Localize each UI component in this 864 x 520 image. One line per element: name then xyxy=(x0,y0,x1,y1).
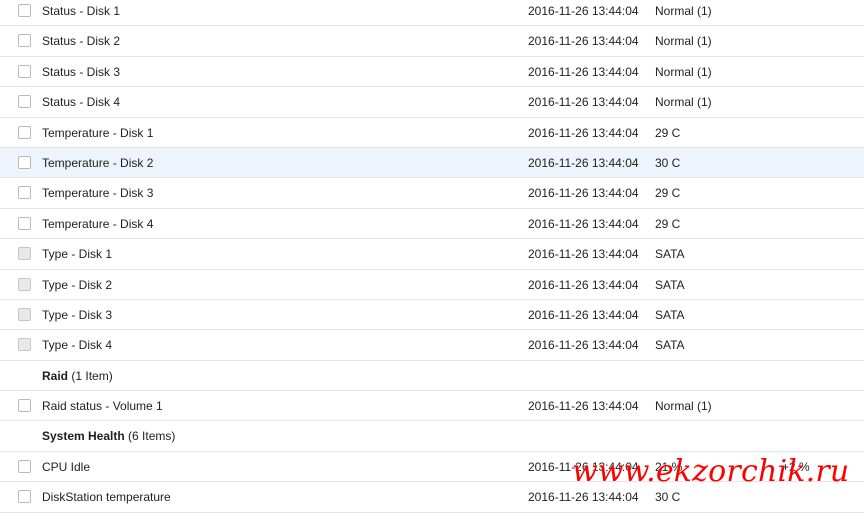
item-name: Status - Disk 1 xyxy=(42,4,121,18)
row-checkbox[interactable] xyxy=(18,34,31,48)
row-checkbox[interactable] xyxy=(18,186,31,200)
row-checkbox xyxy=(18,277,31,291)
item-name: Status - Disk 4 xyxy=(42,95,121,110)
row-checkbox[interactable] xyxy=(18,216,31,230)
item-name: Temperature - Disk 2 xyxy=(42,155,154,170)
last-check-time: 2016-11-26 13:44:04 xyxy=(528,125,639,140)
row-checkbox[interactable] xyxy=(18,95,31,109)
last-check-time: 2016-11-26 13:44:04 xyxy=(528,399,639,414)
table-row: Type - Disk 1 2016-11-26 13:44:04 SATA xyxy=(0,239,864,270)
group-header-raid: Raid (1 Item) xyxy=(0,360,864,392)
table-row: Raid status - Volume 1 2016-11-26 13:44:0… xyxy=(0,391,864,422)
last-check-time: 2016-11-26 13:44:04 xyxy=(528,34,639,49)
last-check-time: 2016-11-26 13:44:04 xyxy=(528,277,639,292)
item-name: Raid status - Volume 1 xyxy=(42,399,163,414)
last-check-time: 2016-11-26 13:44:04 xyxy=(528,64,639,79)
latest-data-table: Status - Disk 1 2016-11-26 13:44:04 Normal… xyxy=(0,0,864,513)
table-row: Temperature - Disk 2 2016-11-26 13:44:04 3… xyxy=(0,147,864,179)
last-check-time: 2016-11-26 13:44:04 xyxy=(528,186,639,201)
table-row: Type - Disk 2 2016-11-26 13:44:04 SATA xyxy=(0,269,864,300)
last-value: Normal (1) xyxy=(655,95,712,110)
item-name: Type - Disk 4 xyxy=(42,338,113,353)
group-count: (6 Items) xyxy=(128,429,176,444)
table-row: Type - Disk 3 2016-11-26 13:44:04 SATA xyxy=(0,299,864,331)
last-value: 29 C xyxy=(655,186,681,201)
table-row: Status - Disk 4 2016-11-26 13:44:04 Normal… xyxy=(0,87,864,118)
last-value: Normal (1) xyxy=(655,64,712,79)
last-value: 30 C xyxy=(655,155,681,170)
item-name: Temperature - Disk 3 xyxy=(42,186,154,201)
table-row: Status - Disk 1 2016-11-26 13:44:04 Normal… xyxy=(0,0,864,27)
item-name: Temperature - Disk 4 xyxy=(42,216,154,231)
table-row: Status - Disk 2 2016-11-26 13:44:04 Normal… xyxy=(0,26,864,57)
last-value: Normal (1) xyxy=(655,399,712,414)
last-value: Normal (1) xyxy=(655,34,712,49)
last-check-time: 2016-11-26 13:44:04 xyxy=(528,338,639,353)
table-row: Temperature - Disk 1 2016-11-26 13:44:04 2… xyxy=(0,117,864,148)
row-checkbox[interactable] xyxy=(18,459,31,473)
group-count: (1 Item) xyxy=(71,368,113,383)
last-value: 29 C xyxy=(655,125,681,140)
row-checkbox xyxy=(18,307,31,321)
row-checkbox[interactable] xyxy=(18,125,31,139)
last-check-time: 2016-11-26 13:44:04 xyxy=(528,155,639,170)
item-name: DiskStation temperature xyxy=(42,490,171,505)
last-value: SATA xyxy=(655,247,685,262)
last-check-time: 2016-11-26 13:44:04 xyxy=(528,4,639,18)
group-name: System Health xyxy=(42,429,125,444)
row-checkbox[interactable] xyxy=(18,155,31,169)
item-name: Type - Disk 3 xyxy=(42,307,113,322)
group-title: Raid (1 Item) xyxy=(42,361,113,391)
last-check-time: 2016-11-26 13:44:04 xyxy=(528,247,639,262)
group-name: Raid xyxy=(42,368,69,383)
last-value: SATA xyxy=(655,307,685,322)
row-checkbox xyxy=(18,338,31,352)
last-check-time: 2016-11-26 13:44:04 xyxy=(528,216,639,231)
table-row: Temperature - Disk 3 2016-11-26 13:44:04 2… xyxy=(0,178,864,209)
table-row: Type - Disk 4 2016-11-26 13:44:04 SATA xyxy=(0,330,864,361)
last-check-time: 2016-11-26 13:44:04 xyxy=(528,307,639,322)
watermark-text: www.ekzorchik.ru xyxy=(572,454,850,489)
item-name: CPU Idle xyxy=(42,459,91,474)
last-value: SATA xyxy=(655,338,685,353)
last-value: 29 C xyxy=(655,216,681,231)
item-name: Status - Disk 3 xyxy=(42,64,121,79)
item-name: Temperature - Disk 1 xyxy=(42,125,154,140)
item-name: Status - Disk 2 xyxy=(42,34,121,49)
row-checkbox[interactable] xyxy=(18,490,31,504)
last-check-time: 2016-11-26 13:44:04 xyxy=(528,95,639,110)
row-checkbox xyxy=(18,247,31,261)
row-checkbox[interactable] xyxy=(18,399,31,413)
group-header-system-health: System Health (6 Items) xyxy=(0,421,864,452)
table-row: Status - Disk 3 2016-11-26 13:44:04 Normal… xyxy=(0,56,864,88)
group-title: System Health (6 Items) xyxy=(42,421,175,451)
item-name: Type - Disk 1 xyxy=(42,247,113,262)
last-value: Normal (1) xyxy=(655,4,712,18)
row-checkbox[interactable] xyxy=(18,64,31,78)
row-checkbox[interactable] xyxy=(18,4,31,17)
table-row: Temperature - Disk 4 2016-11-26 13:44:04 2… xyxy=(0,208,864,240)
last-value: SATA xyxy=(655,277,685,292)
item-name: Type - Disk 2 xyxy=(42,277,113,292)
